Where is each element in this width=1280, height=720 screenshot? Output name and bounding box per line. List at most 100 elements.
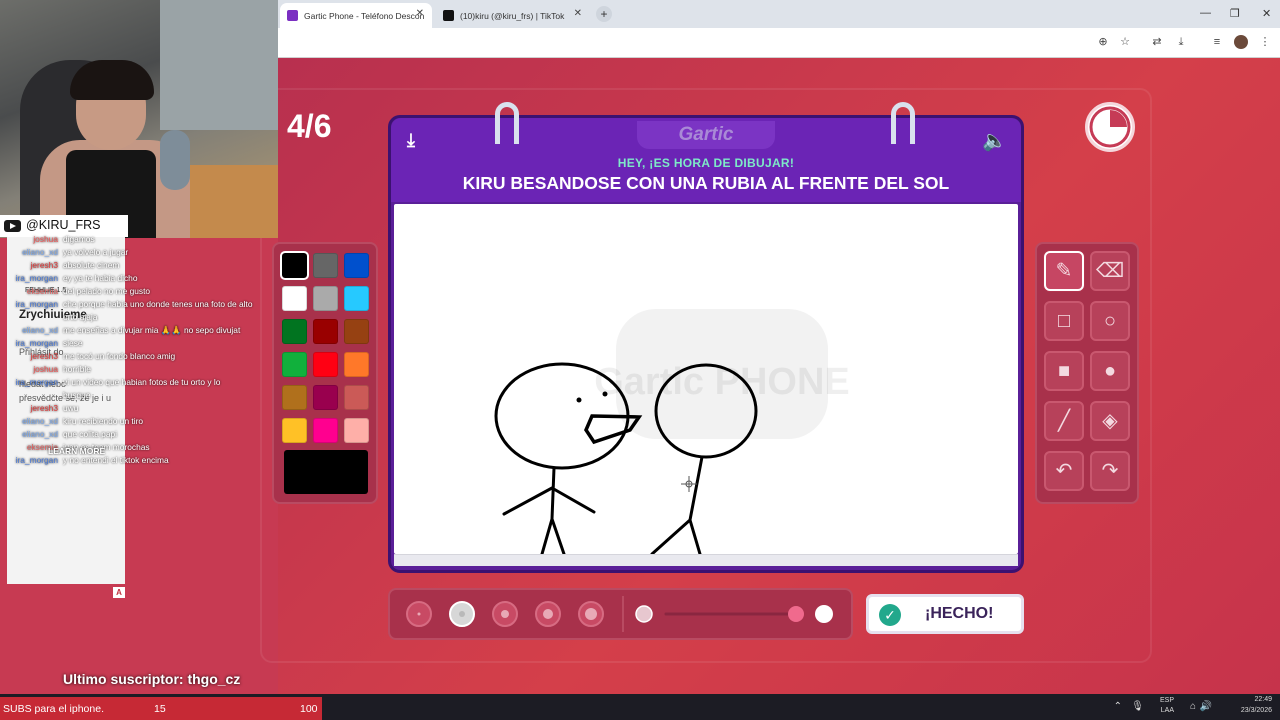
filled-ellipse-tool-icon[interactable]: ● [1090,351,1130,391]
maximize-button[interactable]: ❐ [1230,7,1240,20]
chat-text: ya volvelo a jugar [63,247,129,257]
color-swatch[interactable] [313,253,338,278]
address-bar[interactable]: ⊕ ☆ ⇄ ⤓ ≡ ⋮ [278,28,1280,58]
tab-title: Gartic Phone - Teléfono Descon [304,11,425,21]
chat-text: siese [63,338,83,348]
chat-text: que colita papi [63,429,118,439]
color-palette [272,242,378,504]
chat-message: eliano_xd que colita papi [0,429,117,439]
color-swatch[interactable] [282,286,307,311]
gartic-logo: Gartic [637,121,775,149]
drawing-canvas[interactable]: Gartic PHONE [394,204,1018,556]
ellipse-tool-icon[interactable]: ○ [1090,301,1130,341]
goal-label: SUBS para el iphone. [3,703,104,715]
cam-hair [70,60,154,100]
webcam-feed [0,0,278,238]
filled-rectangle-tool-icon[interactable]: ■ [1044,351,1084,391]
rectangle-tool-icon[interactable]: □ [1044,301,1084,341]
color-swatch[interactable] [313,418,338,443]
tray-chevron-icon[interactable]: ⌃ [1114,701,1122,712]
brush-size-dot [459,611,465,617]
media-icon[interactable]: ≡ [1210,35,1224,49]
goal-target: 100 [300,703,318,715]
opacity-min-icon [635,605,653,623]
color-swatch[interactable] [282,418,307,443]
color-swatch[interactable] [282,385,307,410]
subscriber-goal-bar: SUBS para el iphone. 15 100 [0,697,322,720]
color-swatch[interactable] [282,352,307,377]
chat-text: kiru recibiendo un tiro [63,416,144,426]
bucket-tool-icon[interactable]: ◈ [1090,401,1130,441]
eraser-tool-icon[interactable]: ⌫ [1090,251,1130,291]
close-tab-icon[interactable]: ✕ [416,8,424,19]
color-swatch[interactable] [344,286,369,311]
chat-username: joshua [33,234,58,244]
youtube-icon [4,220,21,232]
color-swatch[interactable] [344,352,369,377]
brush-size-button[interactable] [535,601,561,627]
color-swatch[interactable] [313,352,338,377]
chat-username: ira_morgan [15,299,58,309]
color-swatch[interactable] [344,418,369,443]
tab-gartic[interactable]: Gartic Phone - Teléfono Descon ✕ [280,3,432,28]
brush-settings-bar [388,588,853,640]
microphone-icon[interactable]: 🎙 [1131,701,1144,712]
minimize-button[interactable]: — [1200,7,1211,19]
handle-text: @KIRU_FRS [26,218,101,232]
brush-size-button[interactable] [449,601,475,627]
new-tab-button[interactable]: + [596,6,612,22]
clock-time[interactable]: 22:49 [1232,696,1272,703]
language-indicator[interactable]: ESP [1160,697,1174,704]
opacity-knob[interactable] [788,606,804,622]
volume-icon[interactable]: 🔊 [1200,701,1212,712]
redo-tool-icon[interactable]: ↷ [1090,451,1130,491]
chat-message: busque [63,390,90,400]
color-swatch[interactable] [313,385,338,410]
chat-message: eliano_xd me enseñas a divujar mia 🙏🙏 no … [0,325,240,336]
learn-more-link[interactable]: LEARN MORE [48,446,105,456]
download-icon[interactable]: ⤓ [407,130,415,151]
done-button[interactable]: ✓ ¡HECHO! [866,594,1024,634]
sound-icon[interactable]: 🔈 [982,128,1007,153]
network-icon[interactable]: ⌂ [1190,701,1196,712]
zoom-icon[interactable]: ⊕ [1096,35,1110,49]
color-swatch[interactable] [344,253,369,278]
chat-text: absolute cinem [63,260,120,270]
menu-icon[interactable]: ⋮ [1258,35,1272,49]
tiktok-favicon-icon [443,10,454,21]
chat-message: ira_morgan che porque habia uno donde ten… [0,299,253,309]
translate-icon[interactable]: ⇄ [1150,35,1164,49]
profile-avatar[interactable] [1234,35,1248,49]
chat-username: ira_morgan [15,455,58,465]
brush-size-button[interactable] [406,601,432,627]
download-icon[interactable]: ⤓ [1174,35,1188,49]
pencil-tool-icon[interactable]: ✎ [1044,251,1084,291]
color-swatch[interactable] [313,286,338,311]
close-tab-icon[interactable]: ✕ [574,8,582,19]
color-swatch[interactable] [280,251,309,280]
color-swatch[interactable] [344,319,369,344]
clock-date[interactable]: 23/3/2026 [1232,707,1272,714]
color-swatch[interactable] [344,385,369,410]
tools-panel: ✎ ⌫ □ ○ ■ ● ╱ ◈ ↶ ↷ [1035,242,1139,504]
opacity-slider[interactable] [622,596,846,632]
tab-tiktok[interactable]: (10)kiru (@kiru_frs) | TikTok ✕ [436,3,590,28]
color-swatch[interactable] [282,319,307,344]
undo-tool-icon[interactable]: ↶ [1044,451,1084,491]
chat-message: ira_morgan vi un video que habian fotos d… [0,377,221,387]
chat-text: busque [63,390,91,400]
brush-size-button[interactable] [578,601,604,627]
close-window-button[interactable]: ✕ [1262,7,1271,20]
line-tool-icon[interactable]: ╱ [1044,401,1084,441]
binder-ring-left [495,102,519,144]
check-icon: ✓ [879,604,901,626]
chat-username: eliano_xd [22,416,58,426]
bookmark-star-icon[interactable]: ☆ [1118,35,1132,49]
brush-size-button[interactable] [492,601,518,627]
chat-text: digamos [63,234,95,244]
chat-message: ira_morgan siese [0,338,83,348]
color-swatch[interactable] [313,319,338,344]
goal-current: 15 [154,703,166,715]
chat-username: jeresh3 [30,260,58,270]
instruction-heading: HEY, ¡ES HORA DE DIBUJAR! [617,156,795,170]
